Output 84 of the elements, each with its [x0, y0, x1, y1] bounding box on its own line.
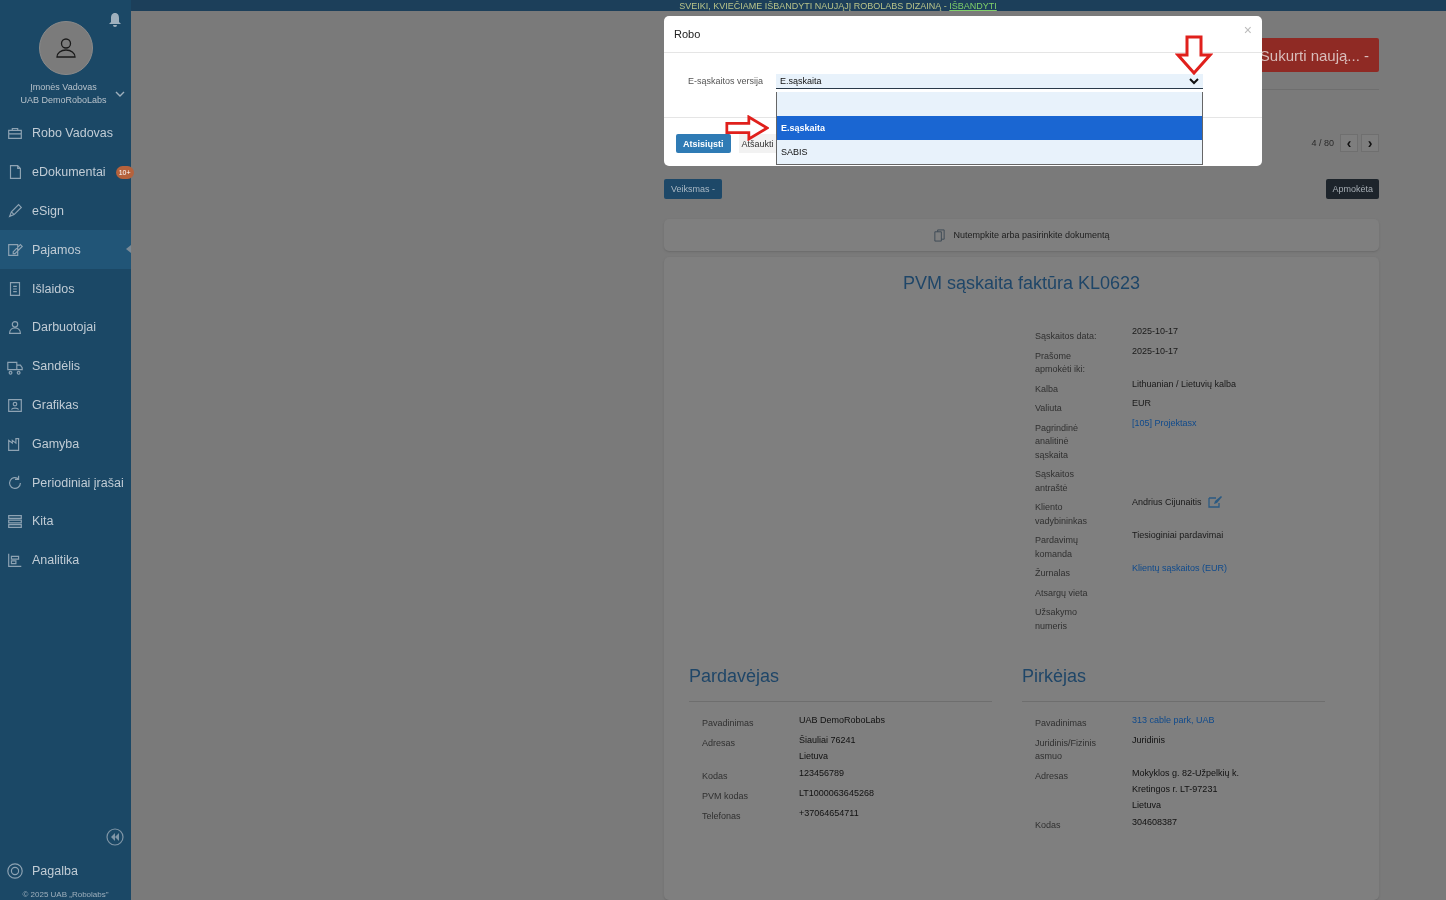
chevron-down-icon[interactable] [114, 91, 125, 97]
field-value: EUR [1132, 398, 1151, 408]
sidebar-item[interactable]: Robo Vadovas [0, 114, 131, 153]
field-value: Kretingos r. LT-97231 [1132, 783, 1219, 796]
download-button[interactable]: Atsisiųsti [676, 134, 731, 153]
documents-icon [933, 228, 947, 242]
menu-item-icon [6, 551, 24, 570]
field-label: E-sąskaitos versija [688, 75, 765, 88]
invoice-title: PVM sąskaita faktūra KL0623 [901, 273, 1142, 294]
field-label: Kalba [1035, 382, 1060, 396]
field-label: Sąskaitos data: [1035, 330, 1098, 343]
menu-item-icon [6, 202, 24, 220]
field-label: Sąskaitos antraštė [1035, 468, 1076, 495]
copyright-text: © 2025 UAB „Robolabs" [21, 890, 110, 900]
field-value: Juridinis [1132, 734, 1165, 747]
field-label: Užsakymo numeris [1035, 606, 1078, 633]
field-value: 123456789 [799, 767, 845, 780]
previous-button[interactable]: ‹ [1340, 134, 1358, 152]
modal-title: Robo [674, 28, 701, 40]
right-arrow-icon [725, 115, 769, 141]
field-label: Kliento vadybininkas [1035, 501, 1089, 528]
menu-item-icon [6, 512, 24, 531]
field-value: Šiauliai 76241 [799, 734, 856, 747]
dropdown-option[interactable]: SABIS [777, 140, 1202, 164]
dropdown-option[interactable]: E.sąskaita [777, 116, 1202, 140]
next-button[interactable]: › [1361, 134, 1379, 152]
avatar[interactable] [38, 21, 93, 75]
collapse-icon[interactable] [106, 828, 124, 846]
sidebar-item[interactable]: Darbuotojai [0, 308, 131, 347]
user-role: Įmonės Vadovas [30, 81, 97, 94]
field-label: Adresas [701, 737, 737, 750]
page-counter: 4 / 80 [1311, 138, 1334, 148]
edit-icon[interactable] [1207, 496, 1222, 508]
help-item[interactable]: Pagalba [0, 856, 131, 886]
paid-status-button[interactable]: Apmokėta [1326, 179, 1379, 199]
version-select[interactable]: E.sąskaita [776, 74, 1203, 89]
sidebar-item[interactable]: Išlaidos [0, 269, 131, 308]
field-label: Atsargų vieta [1035, 586, 1089, 600]
sidebar-item[interactable]: Sandėlis [0, 346, 131, 386]
field-label: PVM kodas [701, 790, 750, 803]
down-arrow-icon [1175, 35, 1213, 75]
field-value: Lietuva [1132, 799, 1163, 812]
field-value: LT1000063645268 [799, 787, 874, 800]
try-link[interactable]: IŠBANDYTI [949, 0, 997, 11]
drop-zone-text: Nutempkite arba pasirinkite dokumentą [953, 230, 1110, 240]
field-label: Pardavimų komanda [1035, 534, 1080, 561]
field-value: 304608387 [1132, 816, 1178, 829]
sidebar-item[interactable]: Analitika [0, 540, 131, 580]
cancel-button[interactable]: Atšaukti [738, 134, 777, 153]
sidebar-item[interactable]: Grafikas [0, 385, 131, 425]
sidebar-item[interactable]: Gamyba [0, 424, 131, 464]
field-label: Žurnalas [1035, 567, 1071, 580]
field-value: Mokyklos g. 82-Užpelkių k. [1132, 767, 1240, 780]
field-label: Prašome apmokėti iki: [1035, 349, 1087, 376]
field-label: Pavadinimas [701, 717, 755, 730]
field-value: +37064654711 [799, 807, 859, 820]
action-button[interactable]: Veiksmas - [664, 179, 722, 199]
sidebar-item[interactable]: Pajamos [0, 230, 131, 270]
field-label: Telefonas [701, 810, 742, 823]
field-label: Pavadinimas [1034, 717, 1088, 730]
sidebar-item[interactable]: Kita [0, 501, 131, 541]
lifebuoy-icon [6, 862, 24, 880]
party-title: Pirkėjas [1022, 666, 1088, 687]
sidebar-item[interactable]: eSign [0, 191, 131, 231]
party-title: Pardavėjas [689, 666, 781, 687]
menu-item-icon [6, 473, 24, 492]
menu-item-icon [6, 318, 24, 337]
field-label: Valiuta [1035, 402, 1063, 415]
field-label: Kodas [701, 770, 729, 783]
field-label: Juridinis/Fizinis asmuo [1034, 737, 1097, 763]
company-name: UAB DemoRoboLabs [20, 94, 107, 107]
sidebar-item[interactable]: Periodiniai įrašai [0, 463, 131, 502]
drop-zone[interactable]: Nutempkite arba pasirinkite dokumentą [664, 219, 1379, 251]
field-label: Adresas [1034, 770, 1070, 783]
field-value: Lietuva [799, 750, 830, 763]
announcement-text: SVEIKI, KVIEČIAME IŠBANDYTI NAUJĄJĮ ROBOLABS DIZAINĄ - IŠBANDYTI [679, 0, 997, 11]
field-value: 2025-10-17 [1132, 345, 1179, 356]
field-label: Kodas [1034, 819, 1062, 832]
chevron-down-icon [1189, 77, 1199, 85]
field-value: UAB DemoRoboLabs [799, 714, 886, 727]
person-icon [53, 36, 78, 60]
caret-icon [126, 245, 131, 254]
field-label: Pagrindinė analitinė sąskaita [1035, 421, 1080, 462]
bell-icon[interactable] [108, 12, 122, 28]
